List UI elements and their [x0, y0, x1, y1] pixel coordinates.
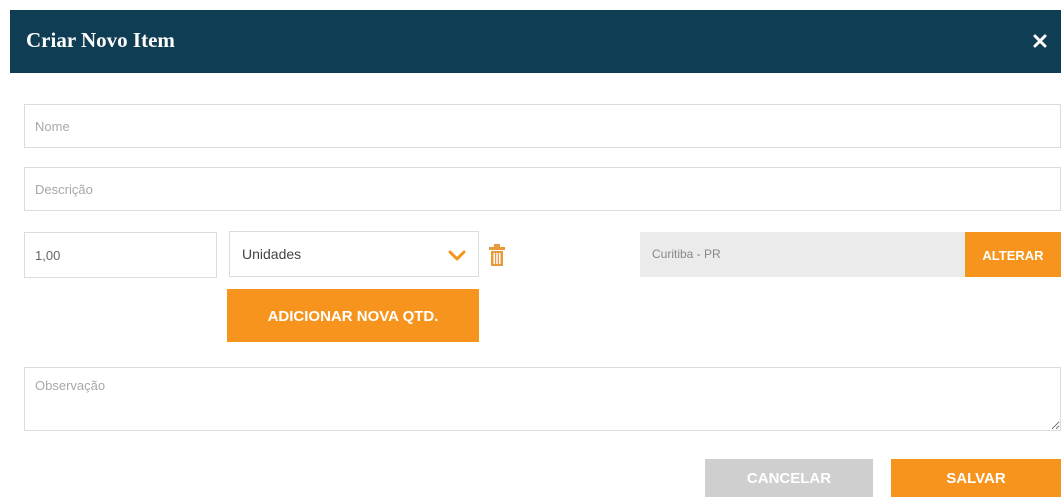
- close-button[interactable]: [1031, 32, 1049, 50]
- chevron-down-icon: [448, 249, 466, 267]
- close-icon: [1033, 34, 1047, 48]
- cancel-button[interactable]: CANCELAR: [705, 459, 873, 497]
- quantity-input[interactable]: [24, 232, 217, 278]
- location-field: Curitiba - PR: [640, 232, 965, 277]
- unit-select[interactable]: Unidades: [229, 231, 479, 277]
- nome-input[interactable]: [24, 104, 1061, 148]
- alterar-button[interactable]: ALTERAR: [965, 232, 1061, 277]
- observacao-textarea[interactable]: [24, 367, 1061, 431]
- delete-quantity-button[interactable]: [489, 244, 505, 271]
- descricao-input[interactable]: [24, 167, 1061, 211]
- modal-header: Criar Novo Item: [10, 10, 1061, 73]
- add-quantity-button[interactable]: ADICIONAR NOVA QTD.: [227, 289, 479, 342]
- modal-title: Criar Novo Item: [26, 28, 175, 52]
- unit-select-value: Unidades: [242, 246, 302, 262]
- save-button[interactable]: SALVAR: [891, 459, 1061, 497]
- location-value: Curitiba - PR: [652, 247, 721, 261]
- trash-icon: [489, 244, 505, 266]
